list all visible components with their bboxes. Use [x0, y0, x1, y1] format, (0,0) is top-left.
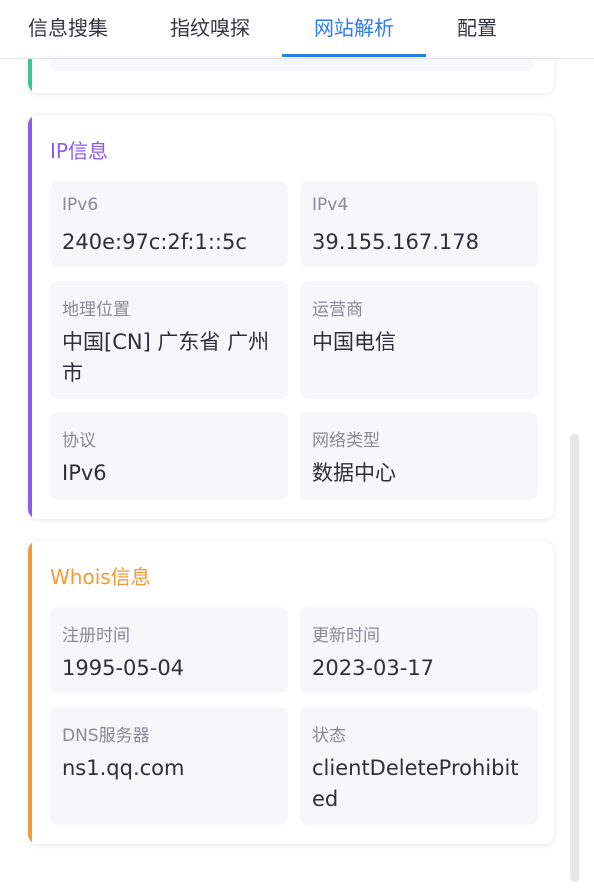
- whois-info-card: Whois信息 注册时间 1995-05-04 更新时间 2023-03-17 …: [28, 541, 554, 844]
- field-registration-date: 注册时间 1995-05-04: [50, 607, 288, 693]
- field-value: ns1.qq.com: [62, 756, 185, 780]
- field-dns-server: DNS服务器 ns1.qq.com: [50, 707, 288, 825]
- tab-info-collection[interactable]: 信息搜集: [0, 0, 136, 58]
- field-label: 协议: [62, 431, 96, 451]
- field-value: 2023-03-17: [312, 656, 435, 680]
- field-value: 240e:97c:2f:1::5c: [62, 230, 247, 254]
- field-value: 39.155.167.178: [312, 230, 479, 254]
- field-label: 注册时间: [62, 626, 130, 646]
- previous-section-card: [28, 59, 554, 93]
- ip-info-card: IP信息 IPv6 240e:97c:2f:1::5c IPv4 39.155.…: [28, 115, 554, 519]
- tab-site-analysis[interactable]: 网站解析: [282, 0, 426, 58]
- whois-info-title: Whois信息: [50, 565, 151, 589]
- previous-section-accent: [28, 59, 32, 93]
- previous-field-box: [218, 59, 394, 71]
- field-ipv6: IPv6 240e:97c:2f:1::5c: [50, 181, 288, 267]
- field-value: 中国电信: [312, 330, 396, 354]
- field-update-date: 更新时间 2023-03-17: [300, 607, 538, 693]
- field-value: 中国[CN] 广东省 广州市: [62, 330, 270, 385]
- tab-fingerprint-sniffing[interactable]: 指纹嗅探: [140, 0, 280, 58]
- field-value: IPv6: [62, 461, 107, 485]
- field-network-type: 网络类型 数据中心: [300, 412, 538, 500]
- field-label: 状态: [312, 726, 346, 746]
- whois-info-accent: [28, 541, 32, 844]
- field-protocol: 协议 IPv6: [50, 412, 288, 500]
- field-label: 网络类型: [312, 431, 380, 451]
- field-location: 地理位置 中国[CN] 广东省 广州市: [50, 281, 288, 399]
- previous-field-box: [384, 59, 534, 71]
- field-label: 运营商: [312, 300, 363, 320]
- ip-info-title: IP信息: [50, 139, 108, 163]
- ip-info-accent: [28, 115, 32, 519]
- vertical-scrollbar[interactable]: [570, 434, 579, 882]
- tab-bar: 信息搜集 指纹嗅探 网站解析 配置: [0, 0, 594, 59]
- field-value: clientDeleteProhibited: [312, 756, 519, 811]
- field-label: DNS服务器: [62, 726, 150, 746]
- tab-config[interactable]: 配置: [434, 0, 520, 58]
- field-value: 数据中心: [312, 461, 396, 485]
- field-ipv4: IPv4 39.155.167.178: [300, 181, 538, 267]
- field-label: IPv6: [62, 195, 99, 215]
- field-label: IPv4: [312, 195, 349, 215]
- field-status: 状态 clientDeleteProhibited: [300, 707, 538, 825]
- field-isp: 运营商 中国电信: [300, 281, 538, 399]
- active-tab-indicator: [282, 54, 426, 57]
- field-label: 地理位置: [62, 300, 130, 320]
- field-value: 1995-05-04: [62, 656, 185, 680]
- field-label: 更新时间: [312, 626, 380, 646]
- previous-field-box: [50, 59, 226, 71]
